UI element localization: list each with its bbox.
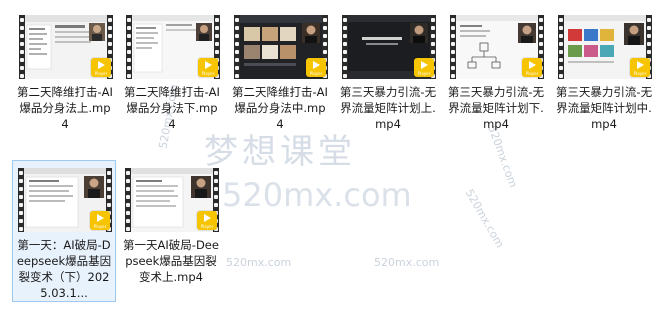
player-icon: Player: [90, 211, 110, 230]
player-icon: Player: [414, 58, 434, 77]
file-item[interactable]: Player 第二天降维打击-AI爆品分身法下.mp4: [121, 12, 223, 152]
player-icon: Player: [197, 211, 217, 230]
video-thumbnail: Player: [125, 168, 219, 232]
video-thumbnail: Player: [342, 15, 436, 79]
file-item[interactable]: Player 第三天暴力引流-无界流量矩阵计划上.mp4: [337, 12, 439, 152]
video-thumbnail: Player: [234, 15, 328, 79]
file-name: 第二天降维打击-AI爆品分身法下.mp4: [124, 85, 220, 131]
file-name: 第三天暴力引流-无界流量矩阵计划上.mp4: [339, 85, 437, 131]
file-name: 第一天：AI破局-Deepseek爆品基因裂变术（下）2025.03.1...: [16, 238, 112, 300]
watermark-domain-small: 520mx.com: [462, 187, 507, 250]
video-thumbnail: Player: [450, 15, 544, 79]
file-name: 第一天AI破局-Deepseek爆品基因裂变术上.mp4: [123, 238, 219, 284]
video-thumbnail: Player: [18, 168, 112, 232]
video-thumbnail: Player: [19, 15, 113, 79]
player-icon: Player: [91, 58, 111, 77]
player-icon: Player: [306, 58, 326, 77]
player-icon: Player: [198, 58, 218, 77]
file-item[interactable]: Player 第三天暴力引流-无界流量矩阵计划中.mp4: [553, 12, 655, 152]
file-name: 第三天暴力引流-无界流量矩阵计划中.mp4: [555, 85, 653, 131]
file-item[interactable]: Player 第二天降维打击-AI爆品分身法中.mp4: [229, 12, 331, 152]
video-thumbnail: Player: [126, 15, 220, 79]
file-item[interactable]: Player 第三天暴力引流-无界流量矩阵计划下.mp4: [445, 12, 547, 152]
file-item[interactable]: Player 第二天降维打击-AI爆品分身法上.mp4: [14, 12, 116, 152]
file-name: 第二天降维打击-AI爆品分身法上.mp4: [17, 85, 113, 131]
file-name: 第三天暴力引流-无界流量矩阵计划下.mp4: [447, 85, 545, 131]
file-explorer-view: 梦想课堂 520mx.com 520mx.com 520mx.com 520mx…: [0, 0, 655, 315]
watermark-domain-large: 520mx.com: [222, 176, 412, 214]
file-name: 第二天降维打击-AI爆品分身法中.mp4: [232, 85, 328, 131]
file-item-selected[interactable]: Player 第一天：AI破局-Deepseek爆品基因裂变术（下）2025.0…: [12, 160, 116, 302]
watermark-domain-small: 520mx.com: [374, 256, 440, 269]
watermark-domain-small: 520mx.com: [226, 256, 292, 269]
file-item[interactable]: Player 第一天AI破局-Deepseek爆品基因裂变术上.mp4: [120, 165, 222, 305]
video-thumbnail: Player: [558, 15, 652, 79]
player-icon: Player: [630, 58, 650, 77]
player-icon: Player: [522, 58, 542, 77]
